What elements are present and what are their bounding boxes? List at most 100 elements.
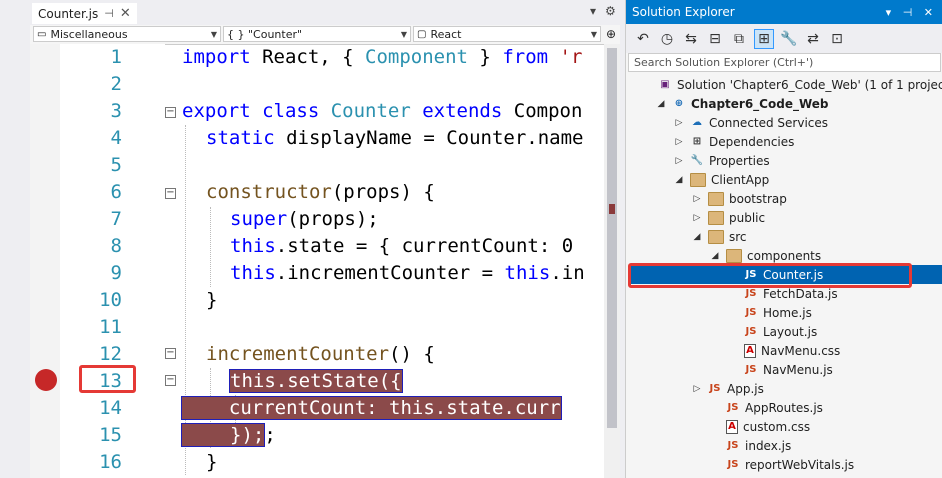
tree-item-src[interactable]: ◢ src xyxy=(692,227,747,246)
tree-item-navmenu-css[interactable]: A NavMenu.css xyxy=(728,341,840,360)
code-line-10[interactable]: } xyxy=(206,287,217,314)
folder-icon xyxy=(708,191,724,206)
code-text: Compon xyxy=(502,100,583,122)
fold-toggle-icon[interactable]: − xyxy=(165,375,176,386)
tree-item-custom-css[interactable]: Acustom.css xyxy=(710,417,810,436)
view-switch-icon[interactable]: ⊞ xyxy=(754,28,774,49)
code-line-1[interactable]: import React, { Component } from 'r xyxy=(182,44,582,71)
tab-dropdown-icon[interactable]: ▾ xyxy=(590,4,596,18)
tree-item-label: AppRoutes.js xyxy=(745,400,823,415)
scrollbar-marker xyxy=(609,204,615,214)
fold-toggle-icon[interactable]: − xyxy=(165,348,176,359)
line-number: 8 xyxy=(110,235,122,257)
tab-counter-js[interactable]: Counter.js ⊣ ✕ xyxy=(32,3,137,24)
code-line-9[interactable]: this.incrementCounter = this.in xyxy=(230,260,585,287)
tree-item-index-js[interactable]: JS index.js xyxy=(710,436,792,455)
settings-icon[interactable]: ⚙ xyxy=(605,4,616,18)
tree-item-label: index.js xyxy=(745,438,792,453)
js-file-icon: JS xyxy=(727,440,739,451)
js-file-icon: JS xyxy=(727,459,739,470)
selected-code: currentCount: this.state.curr xyxy=(181,396,562,420)
tree-item-dependencies[interactable]: ▷ ⊞ Dependencies xyxy=(674,132,795,151)
back-icon[interactable]: ↶ xyxy=(634,30,652,48)
code-editor[interactable]: Counter.js ⊣ ✕ ▾ ⚙ ▭ Miscellaneous ▼ { }… xyxy=(30,0,620,478)
tree-item-label: custom.css xyxy=(743,419,811,434)
close-icon[interactable]: ✕ xyxy=(120,6,131,21)
preview-icon[interactable]: ⊡ xyxy=(828,30,846,48)
code-text: } xyxy=(206,289,218,311)
tree-item-label: App.js xyxy=(727,381,764,396)
tree-item-clientapp[interactable]: ◢ ClientApp xyxy=(674,170,769,189)
code-line-13[interactable]: this.setState({ xyxy=(229,368,403,395)
sync-icon[interactable]: ⇆ xyxy=(682,30,700,48)
code-text: () { xyxy=(389,343,435,365)
breakpoint-icon[interactable] xyxy=(35,369,57,391)
history-icon[interactable]: ◷ xyxy=(658,30,676,48)
indent-guide xyxy=(210,207,211,287)
collapsed-arrow-icon[interactable]: ▷ xyxy=(692,384,702,394)
tree-item-navmenu-js[interactable]: JS NavMenu.js xyxy=(728,360,833,379)
fold-toggle-icon[interactable]: − xyxy=(165,188,176,199)
js-file-icon: JS xyxy=(745,307,757,318)
pin-icon[interactable]: ⊣ xyxy=(104,7,114,20)
scrollbar-thumb[interactable] xyxy=(607,48,617,428)
tree-item-label: reportWebVitals.js xyxy=(745,457,855,472)
tree-item-label: src xyxy=(729,229,747,244)
code-line-12[interactable]: incrementCounter() { xyxy=(206,341,435,368)
scope-dropdown[interactable]: { } "Counter" ▼ xyxy=(223,26,411,42)
show-all-files-icon[interactable]: ⧉ xyxy=(730,30,748,48)
collapsed-arrow-icon[interactable]: ▷ xyxy=(674,156,684,166)
tree-item-solution-chapter6-code-web-1-of-1-project[interactable]: ▣ Solution 'Chapter6_Code_Web' (1 of 1 pr… xyxy=(642,75,942,94)
fold-toggle-icon[interactable]: − xyxy=(165,107,176,118)
line-number: 16 xyxy=(99,451,122,473)
code-line-7[interactable]: super(props); xyxy=(230,206,379,233)
tree-item-public[interactable]: ▷ public xyxy=(692,208,765,227)
js-file-icon: JS xyxy=(745,364,757,375)
expanded-arrow-icon[interactable]: ◢ xyxy=(674,175,684,185)
scope-dropdown-value: { } "Counter" xyxy=(227,27,303,41)
code-text: .state = { currentCount: 0 xyxy=(275,235,574,257)
solution-explorer-title-bar: Solution Explorer ▾ ⊣ ✕ xyxy=(626,0,942,24)
tree-item-approutes-js[interactable]: JS AppRoutes.js xyxy=(710,398,823,417)
breakpoint-margin[interactable] xyxy=(30,44,60,478)
code-line-6[interactable]: constructor(props) { xyxy=(206,179,435,206)
collapse-all-icon[interactable]: ⊟ xyxy=(706,30,724,48)
code-line-15[interactable]: });; xyxy=(180,422,276,449)
expanded-arrow-icon[interactable]: ◢ xyxy=(656,99,666,109)
collapsed-arrow-icon[interactable]: ▷ xyxy=(674,137,684,147)
collapsed-arrow-icon[interactable]: ▷ xyxy=(692,194,702,204)
function-name: constructor xyxy=(206,181,332,203)
search-input[interactable]: Search Solution Explorer (Ctrl+') xyxy=(628,53,941,72)
line-number: 2 xyxy=(110,73,122,95)
code-line-16[interactable]: } xyxy=(206,449,217,476)
tree-item-label: Home.js xyxy=(763,305,812,320)
code-line-14[interactable]: currentCount: this.state.curr xyxy=(181,395,562,422)
project-dropdown[interactable]: ▭ Miscellaneous ▼ xyxy=(33,26,221,42)
expanded-arrow-icon[interactable]: ◢ xyxy=(692,232,702,242)
tree-item-label: bootstrap xyxy=(729,191,787,206)
tree-item-reportwebvitals-js[interactable]: JS reportWebVitals.js xyxy=(710,455,855,474)
tree-item-properties[interactable]: ▷ 🔧 Properties xyxy=(674,151,770,170)
panel-controls[interactable]: ▾ ⊣ ✕ xyxy=(886,6,937,19)
code-line-4[interactable]: static displayName = Counter.name xyxy=(206,125,584,152)
code-line-8[interactable]: this.state = { currentCount: 0 xyxy=(230,233,573,260)
tree-item-home-js[interactable]: JS Home.js xyxy=(728,303,812,322)
expanded-arrow-icon[interactable]: ◢ xyxy=(710,251,720,261)
tree-item-chapter6-code-web[interactable]: ◢ ⊕ Chapter6_Code_Web xyxy=(656,94,829,113)
pending-changes-icon[interactable]: ⇄ xyxy=(804,30,822,48)
tree-item-label: Connected Services xyxy=(709,115,829,130)
tree-item-bootstrap[interactable]: ▷ bootstrap xyxy=(692,189,787,208)
connected-services-icon: ☁ xyxy=(692,117,702,128)
tree-item-connected-services[interactable]: ▷ ☁ Connected Services xyxy=(674,113,829,132)
vertical-scrollbar[interactable] xyxy=(604,44,620,478)
tree-item-app-js[interactable]: ▷ JS App.js xyxy=(692,379,764,398)
collapsed-arrow-icon[interactable]: ▷ xyxy=(692,213,702,223)
js-file-icon: JS xyxy=(745,326,757,337)
member-dropdown[interactable]: ▢ React ▼ xyxy=(413,26,601,42)
split-icon[interactable]: ⊕ xyxy=(606,27,616,41)
code-line-3[interactable]: export class Counter extends Compon xyxy=(182,98,582,125)
properties-icon[interactable]: 🔧 xyxy=(780,30,798,48)
line-number: 14 xyxy=(99,397,122,419)
collapsed-arrow-icon[interactable]: ▷ xyxy=(674,118,684,128)
tree-item-layout-js[interactable]: JS Layout.js xyxy=(728,322,818,341)
